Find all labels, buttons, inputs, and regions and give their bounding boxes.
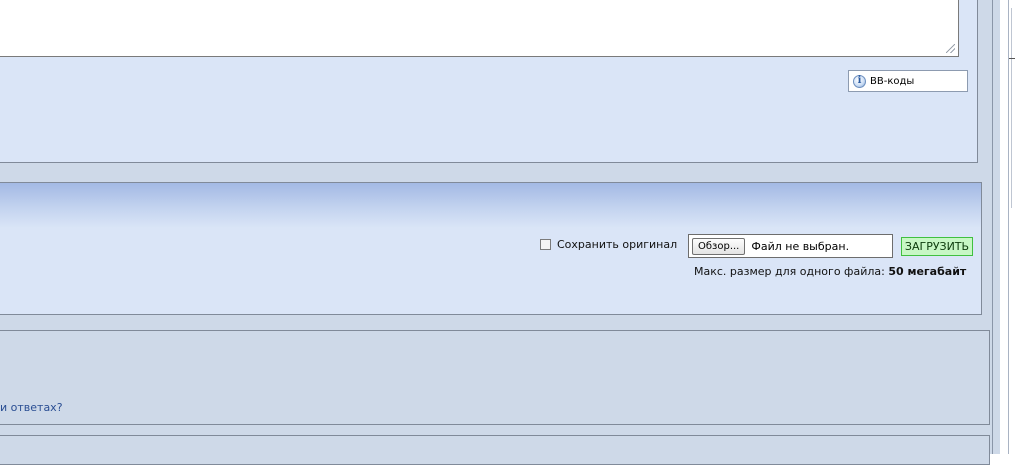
upload-button[interactable]: ЗАГРУЗИТЬ [901, 237, 973, 256]
bottom-panel [0, 435, 990, 465]
file-input[interactable]: Обзор... Файл не выбран. [688, 234, 893, 258]
keep-original-checkbox[interactable] [540, 239, 551, 250]
message-textarea[interactable] [0, 0, 959, 57]
info-icon [853, 74, 866, 88]
browse-button[interactable]: Обзор... [692, 237, 746, 255]
max-size-text: Макс. размер для одного файла: [694, 265, 885, 278]
keep-original-row: Сохранить оригинал [540, 238, 677, 251]
keep-original-label[interactable]: Сохранить оригинал [557, 238, 677, 251]
options-panel [0, 330, 990, 425]
editor-panel: BB-коды [0, 0, 978, 163]
content-border [992, 0, 993, 454]
max-size-value: 50 мегабайт [888, 265, 967, 278]
resize-grip-icon[interactable] [946, 44, 955, 53]
file-status-text: Файл не выбран. [751, 239, 850, 253]
max-size-note: Макс. размер для одного файла: 50 мегаба… [694, 265, 966, 278]
options-link[interactable]: и ответах? [0, 401, 63, 414]
bbcode-button-label: BB-коды [870, 75, 915, 87]
window-scrollbar[interactable] [1008, 0, 1016, 454]
upload-panel-header [0, 183, 981, 228]
bbcode-button[interactable]: BB-коды [848, 70, 968, 92]
